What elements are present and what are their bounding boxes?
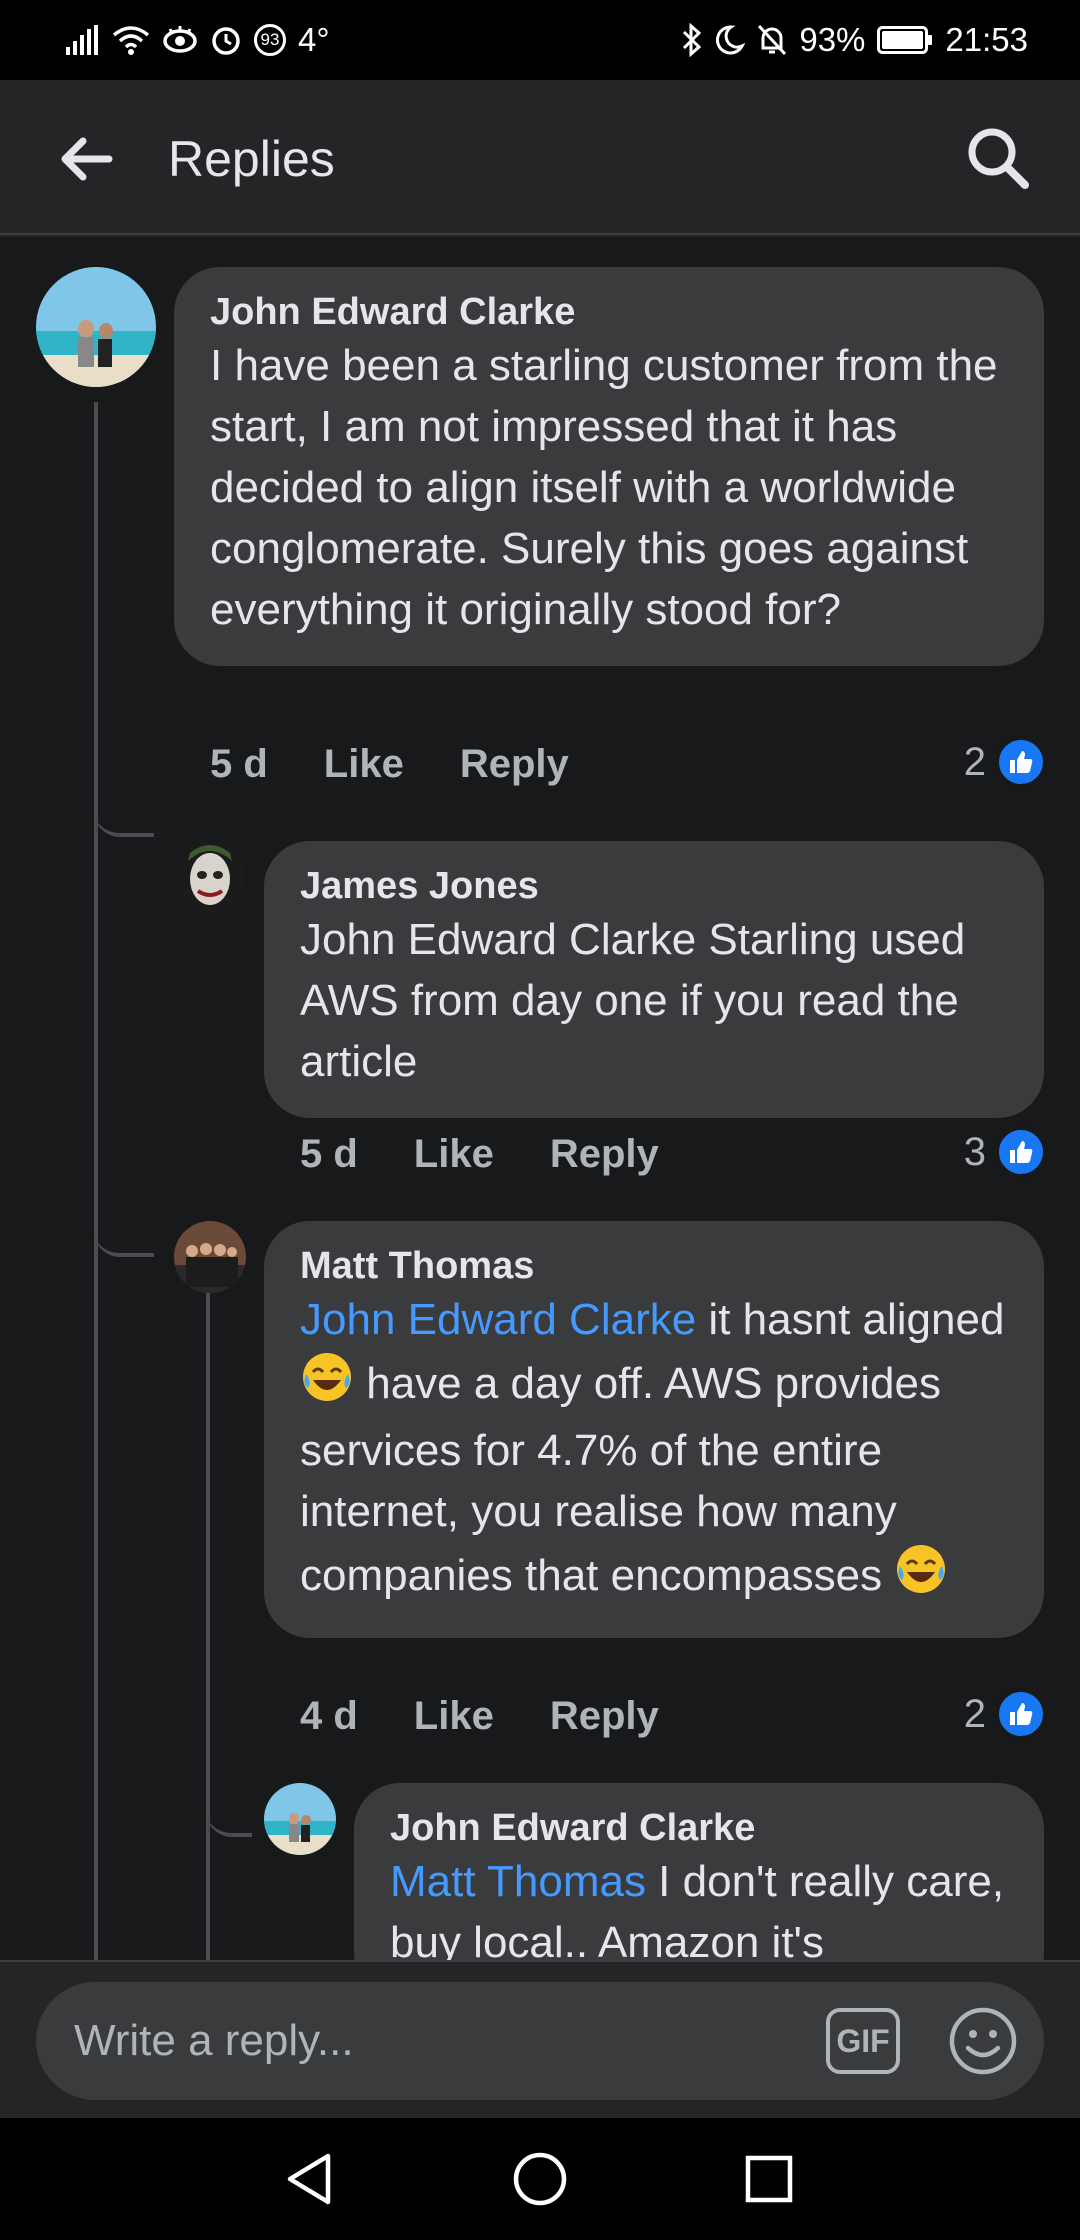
reply-button[interactable]: Reply [550, 1694, 659, 1739]
wifi-icon [112, 26, 150, 55]
like-count: 2 [963, 1691, 986, 1736]
comment-text: Matt Thomas I don't really care, buy loc… [390, 1851, 1008, 1960]
signal-icon [66, 25, 98, 55]
avatar[interactable] [264, 1783, 336, 1855]
avatar[interactable] [174, 841, 246, 913]
thread-connector [94, 677, 154, 837]
reply-button[interactable]: Reply [550, 1132, 659, 1177]
nav-back-button[interactable] [276, 2146, 342, 2212]
thumbs-up-icon [996, 1689, 1046, 1739]
reply-composer: GIF [0, 1960, 1080, 2118]
reaction-count[interactable]: 2 [964, 737, 1046, 787]
comment-actions: 5 d Like Reply [300, 1132, 715, 1177]
page-title: Replies [168, 131, 335, 187]
battery-percent: 93% [799, 21, 866, 58]
reaction-count[interactable]: 3 [964, 1127, 1046, 1177]
comment-text: John Edward Clarke it hasnt aligned have… [300, 1289, 1008, 1612]
search-button[interactable] [960, 120, 1036, 196]
mention-link[interactable]: Matt Thomas [390, 1857, 646, 1906]
like-button[interactable]: Like [324, 742, 404, 787]
thread-connector [94, 1017, 154, 1257]
nav-home-button[interactable] [507, 2146, 573, 2212]
comment-time: 5 d [210, 742, 268, 786]
notification-count-badge: 93 [254, 24, 286, 56]
replies-thread[interactable]: John Edward Clarke I have been a starlin… [0, 237, 1080, 1960]
emoji-button[interactable] [948, 2006, 1018, 2076]
comment-actions: 5 d Like Reply [210, 742, 625, 787]
comment-author[interactable]: Matt Thomas [300, 1243, 1008, 1289]
nav-home-icon [513, 2152, 567, 2206]
smiley-icon [949, 2007, 1017, 2075]
mention-link[interactable]: John Edward Clarke [300, 1295, 696, 1344]
like-count: 2 [963, 739, 986, 784]
battery-icon [877, 26, 933, 54]
avatar[interactable] [174, 1221, 246, 1293]
comment-time: 4 d [300, 1694, 358, 1738]
comment-bubble[interactable]: James Jones John Edward Clarke Starling … [264, 841, 1044, 1118]
alarm-icon [212, 27, 240, 55]
system-nav-bar [0, 2118, 1080, 2240]
app-bar: Replies [0, 80, 1080, 235]
like-button[interactable]: Like [414, 1132, 494, 1177]
thumbs-up-icon [996, 737, 1046, 787]
comment-time: 5 d [300, 1132, 358, 1176]
comment-text-part: it hasnt aligned [696, 1295, 1005, 1344]
reaction-count[interactable]: 2 [964, 1689, 1046, 1739]
thread-connector [206, 1777, 252, 1837]
tears-of-joy-emoji-icon [300, 1350, 354, 1420]
reply-button[interactable]: Reply [460, 742, 569, 787]
notifications-off-icon [758, 24, 787, 56]
search-icon [968, 128, 1029, 189]
comment-text: I have been a starling customer from the… [210, 341, 998, 634]
comment-bubble[interactable]: John Edward Clarke Matt Thomas I don't r… [354, 1783, 1044, 1960]
eye-comfort-icon [163, 26, 197, 53]
gif-button[interactable]: GIF [826, 2008, 900, 2074]
comment-bubble[interactable]: John Edward Clarke I have been a starlin… [174, 267, 1044, 666]
comment-text: John Edward Clarke Starling used AWS fro… [300, 915, 966, 1086]
thread-line [206, 1292, 210, 1960]
nav-recents-button[interactable] [736, 2146, 802, 2212]
comment-actions: 4 d Like Reply [300, 1694, 715, 1739]
comment-author[interactable]: James Jones [300, 863, 1008, 909]
like-count: 3 [963, 1129, 986, 1174]
tears-of-joy-emoji-icon [894, 1542, 948, 1612]
comment-text-part: have a day off. AWS provides services fo… [300, 1359, 941, 1600]
clock: 21:53 [945, 21, 1028, 58]
back-button[interactable] [52, 126, 118, 192]
temperature: 4° [298, 21, 330, 58]
comment-author[interactable]: John Edward Clarke [210, 289, 1008, 335]
nav-back-icon [287, 2153, 331, 2205]
status-bar: 93 4° 93% 21:53 [0, 0, 1080, 80]
bluetooth-icon [683, 23, 702, 57]
nav-recents-icon [745, 2155, 793, 2203]
do-not-disturb-icon [716, 25, 746, 55]
avatar[interactable] [36, 267, 156, 387]
comment-author[interactable]: John Edward Clarke [390, 1805, 1008, 1851]
comment-bubble[interactable]: Matt Thomas John Edward Clarke it hasnt … [264, 1221, 1044, 1638]
back-arrow-icon [61, 137, 113, 181]
thumbs-up-icon [996, 1127, 1046, 1177]
like-button[interactable]: Like [414, 1694, 494, 1739]
